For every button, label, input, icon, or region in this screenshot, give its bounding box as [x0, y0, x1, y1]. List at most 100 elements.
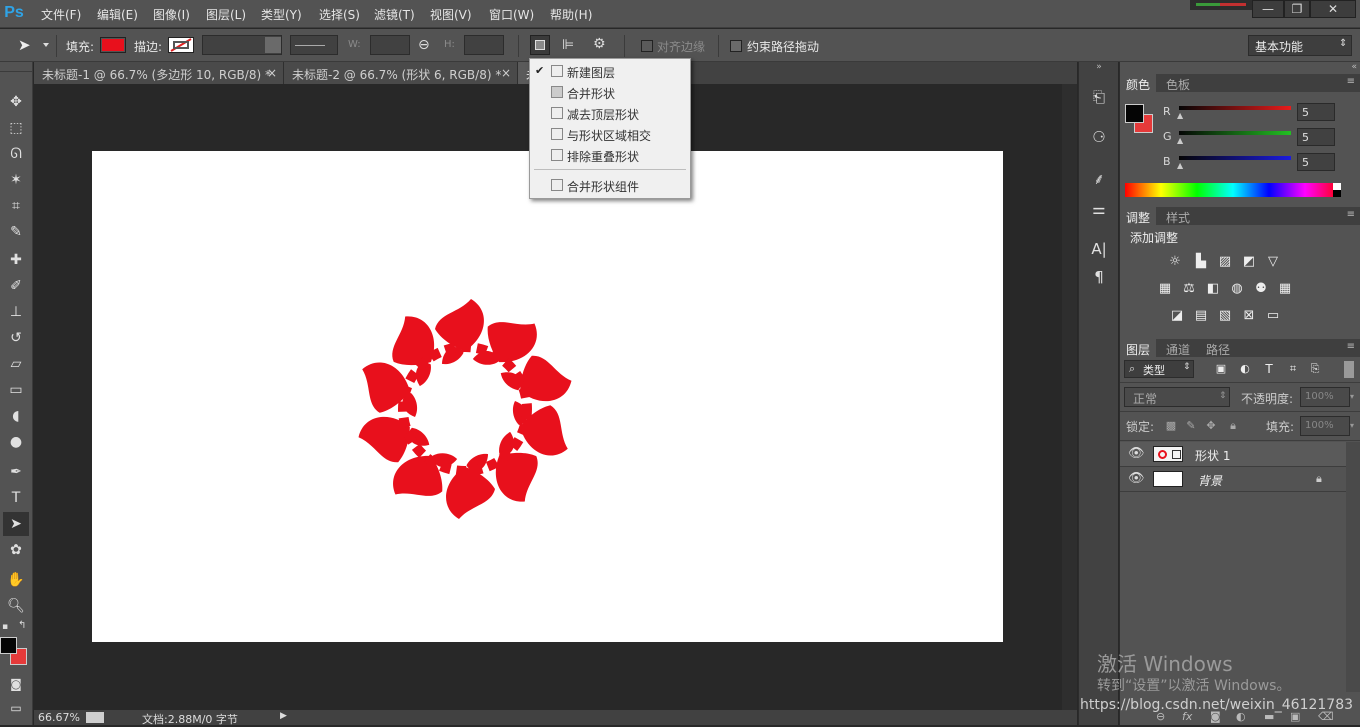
color-balance-icon[interactable]: ⚖ [1180, 281, 1198, 297]
menu-item-exclude-overlap[interactable]: 排除重叠形状 [530, 145, 690, 166]
menu-item-subtract-front-shape[interactable]: 减去顶层形状 [530, 103, 690, 124]
zoom-tool-icon[interactable]: 🔍︎ [3, 594, 29, 618]
panel-menu-icon[interactable]: ≡ [1347, 341, 1355, 352]
layer-row-background[interactable]: 👁︎ 背景 🔒︎ [1120, 467, 1346, 492]
constrain-path-checkbox[interactable] [730, 40, 742, 52]
fill-arrow-icon[interactable]: ▾ [1350, 416, 1358, 436]
link-icon[interactable]: ⊖ [418, 37, 430, 53]
tab-paths[interactable]: 路径 [1200, 339, 1236, 357]
swap-colors-icon[interactable]: ↰ [18, 620, 26, 631]
stroke-width-field[interactable] [202, 35, 282, 55]
filter-smart-object-icon[interactable]: ⎘ [1306, 361, 1324, 377]
g-slider-handle-icon[interactable]: ▲ [1177, 136, 1183, 145]
spectrum-white-icon[interactable] [1333, 183, 1341, 190]
menu-help[interactable]: 帮助(H) [550, 6, 592, 23]
toolbar-grip[interactable] [0, 62, 33, 72]
canvas-vertical-scrollbar[interactable] [1062, 84, 1077, 710]
panel-menu-icon[interactable]: ≡ [1347, 209, 1355, 220]
brush-tool-icon[interactable]: ✐ [3, 274, 29, 298]
brightness-icon[interactable]: ☼ [1166, 254, 1184, 270]
opacity-input[interactable]: 100% [1300, 387, 1350, 407]
lock-position-icon[interactable]: ✥ [1202, 418, 1220, 434]
magic-wand-tool-icon[interactable]: ✶ [3, 168, 29, 192]
workspace-dropdown[interactable]: 基本功能 ⇕ [1248, 35, 1352, 56]
posterize-icon[interactable]: ▤ [1192, 308, 1210, 324]
dodge-tool-icon[interactable]: ● [3, 430, 29, 454]
path-arrangement-icon[interactable]: ⚙ [593, 36, 606, 52]
custom-shape-tool-icon[interactable]: ✿ [3, 538, 29, 562]
status-menu-arrow-icon[interactable]: ▶ [280, 711, 287, 721]
photo-filter-icon[interactable]: ◍ [1228, 281, 1246, 297]
crop-tool-icon[interactable]: ⌗ [3, 194, 29, 218]
foreground-color-swatch[interactable] [0, 637, 17, 654]
tab-layers[interactable]: 图层 [1120, 339, 1157, 357]
tab-styles[interactable]: 样式 [1160, 207, 1196, 225]
b-slider[interactable] [1179, 156, 1291, 160]
tab-document-1[interactable]: 未标题-1 @ 66.7% (多边形 10, RGB/8) * × [34, 62, 284, 84]
menu-view[interactable]: 视图(V) [430, 6, 472, 23]
pen-tool-icon[interactable]: ✒ [3, 460, 29, 484]
menu-image[interactable]: 图像(I) [153, 6, 190, 23]
path-operations-button[interactable] [530, 35, 550, 55]
height-input[interactable] [464, 35, 504, 55]
g-slider[interactable] [1179, 131, 1291, 135]
hand-tool-icon[interactable]: ✋ [3, 568, 29, 592]
menu-window[interactable]: 窗口(W) [489, 6, 534, 23]
path-alignment-icon[interactable]: ⊫ [562, 37, 574, 53]
collapse-arrows-icon[interactable]: » [1079, 62, 1119, 72]
filter-toggle[interactable] [1344, 361, 1354, 378]
curves-icon[interactable]: ▨ [1216, 254, 1234, 270]
lock-pixels-icon[interactable]: ✎ [1182, 418, 1200, 434]
properties-panel-icon[interactable]: ⚆ [1088, 126, 1110, 148]
quick-mask-icon[interactable]: ◙ [3, 672, 29, 696]
menu-item-new-layer[interactable]: ✔ 新建图层 [530, 61, 690, 82]
layer-name[interactable]: 背景 [1198, 472, 1222, 489]
gradient-map-icon[interactable]: ▭ [1264, 308, 1282, 324]
channel-mixer-icon[interactable]: ⚉ [1252, 281, 1270, 297]
filter-adjustment-icon[interactable]: ◐ [1236, 361, 1254, 377]
shape-layer-thumbnail[interactable] [1153, 446, 1183, 462]
color-panel-fg-swatch[interactable] [1125, 104, 1144, 123]
dropdown-arrow-icon[interactable] [265, 37, 281, 53]
exposure-icon[interactable]: ◩ [1240, 254, 1258, 270]
zoom-level[interactable]: 66.67% [38, 711, 80, 724]
invert-icon[interactable]: ◪ [1168, 308, 1186, 324]
clone-stamp-tool-icon[interactable]: ⊥ [3, 300, 29, 324]
minimize-button[interactable]: — [1252, 0, 1284, 18]
blur-tool-icon[interactable]: ◖ [3, 404, 29, 428]
close-icon[interactable]: × [267, 66, 277, 80]
threshold-icon[interactable]: ▧ [1216, 308, 1234, 324]
menu-layer[interactable]: 图层(L) [206, 6, 246, 23]
eye-icon[interactable]: 👁︎ [1128, 446, 1145, 461]
move-tool-icon[interactable]: ✥ [3, 90, 29, 114]
r-slider[interactable] [1179, 106, 1291, 110]
opacity-arrow-icon[interactable]: ▾ [1350, 387, 1358, 407]
eyedropper-tool-icon[interactable]: ✎ [3, 220, 29, 244]
history-brush-tool-icon[interactable]: ↺ [3, 326, 29, 350]
stroke-swatch[interactable] [168, 37, 194, 53]
character-panel-icon[interactable]: A| [1088, 238, 1110, 260]
type-tool-icon[interactable]: T [3, 486, 29, 510]
path-selection-tool-icon[interactable]: ➤ [3, 512, 29, 536]
red-flower-shape[interactable] [345, 289, 585, 529]
eraser-tool-icon[interactable]: ▱ [3, 352, 29, 376]
levels-icon[interactable]: ▙ [1192, 254, 1210, 270]
menu-filter[interactable]: 滤镜(T) [374, 6, 415, 23]
lasso-tool-icon[interactable]: ᘏ [3, 142, 29, 166]
brush-panel-icon[interactable]: ⸙ [1088, 168, 1110, 190]
b-slider-handle-icon[interactable]: ▲ [1177, 161, 1183, 170]
color-lookup-icon[interactable]: ▦ [1276, 281, 1294, 297]
document-canvas[interactable] [92, 151, 1003, 642]
close-button[interactable]: ✕ [1310, 0, 1356, 18]
stroke-type-dropdown[interactable] [290, 35, 338, 55]
menu-select[interactable]: 选择(S) [319, 6, 360, 23]
layer-name[interactable]: 形状 1 [1195, 447, 1230, 464]
default-colors-icon[interactable]: ▪ [2, 622, 8, 632]
spectrum-black-icon[interactable] [1333, 190, 1341, 197]
layer-row-shape[interactable]: 👁︎ 形状 1 [1120, 442, 1346, 467]
menu-type[interactable]: 类型(Y) [261, 6, 302, 23]
status-preview-icon[interactable] [86, 712, 104, 723]
menu-item-merge-shape-components[interactable]: 合并形状组件 [530, 175, 690, 196]
selective-color-icon[interactable]: ⊠ [1240, 308, 1258, 324]
lock-all-icon[interactable]: 🔒︎ [1224, 418, 1242, 434]
